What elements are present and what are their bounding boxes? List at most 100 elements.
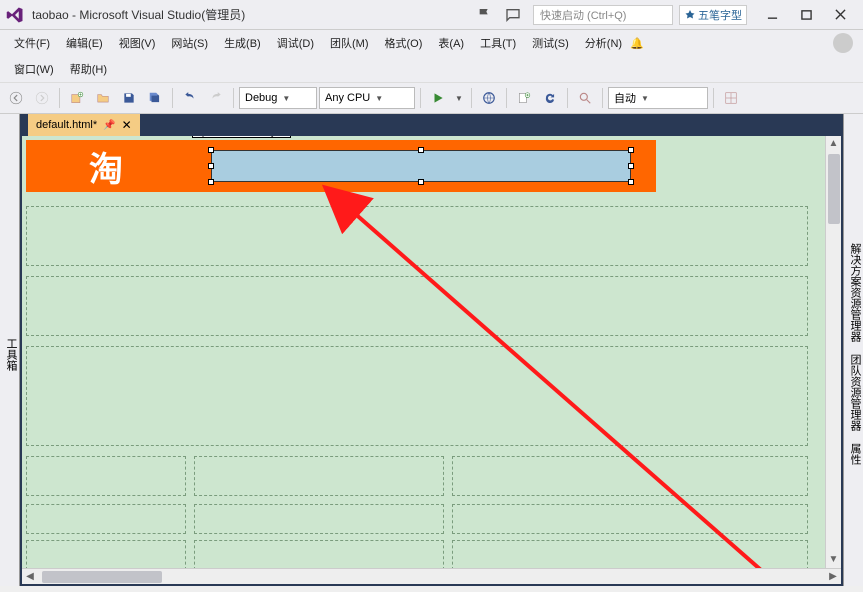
layout-cell bbox=[26, 276, 808, 336]
resize-handle-ne[interactable] bbox=[628, 147, 634, 153]
undo-button[interactable] bbox=[178, 86, 202, 110]
start-debug-button[interactable] bbox=[426, 86, 450, 110]
new-item-button[interactable] bbox=[512, 86, 536, 110]
resize-handle-nw[interactable] bbox=[208, 147, 214, 153]
layout-cell bbox=[26, 206, 808, 266]
main-menu-row2: 窗口(W) 帮助(H) bbox=[0, 56, 863, 82]
config-value: Debug bbox=[245, 92, 277, 104]
titlebar: taobao - Microsoft Visual Studio(管理员) 快速… bbox=[0, 0, 863, 30]
menu-edit[interactable]: 编辑(E) bbox=[58, 32, 111, 54]
menu-team[interactable]: 团队(M) bbox=[322, 32, 377, 54]
quick-launch-placeholder: 快速启动 (Ctrl+Q) bbox=[540, 7, 626, 23]
scroll-thumb-v[interactable] bbox=[828, 154, 840, 224]
scroll-down-icon[interactable]: ▼ bbox=[829, 552, 839, 568]
open-file-button[interactable] bbox=[91, 86, 115, 110]
right-tab-label: 属性 bbox=[849, 443, 861, 465]
menu-debug[interactable]: 调试(D) bbox=[269, 32, 322, 54]
selected-control-tag: input#Text1.auto-style2 bbox=[192, 136, 291, 138]
layout-cell bbox=[452, 504, 808, 534]
window-title: taobao - Microsoft Visual Studio(管理员) bbox=[32, 6, 245, 23]
menu-test[interactable]: 测试(S) bbox=[524, 32, 577, 54]
start-options-button[interactable]: ▼ bbox=[452, 86, 466, 110]
solution-explorer-tab[interactable]: 解决方案资源管理器 团队资源管理器 属性 bbox=[843, 114, 863, 586]
menu-build[interactable]: 生成(B) bbox=[216, 32, 269, 54]
layout-cell bbox=[452, 540, 808, 568]
layout-cell bbox=[194, 456, 444, 496]
resize-handle-e[interactable] bbox=[628, 163, 634, 169]
redo-button[interactable] bbox=[204, 86, 228, 110]
notification-badge[interactable]: 🔔 bbox=[630, 37, 644, 50]
save-all-button[interactable] bbox=[143, 86, 167, 110]
designer-surface: 淘 input#Text1.auto-style2 bbox=[22, 136, 841, 584]
ime-badge[interactable]: 五笔字型 bbox=[679, 5, 747, 25]
scroll-right-icon[interactable]: ▶ bbox=[825, 571, 841, 582]
client-area: 工具箱 default.html* 📌 ✕ 淘 input#Text1.auto… bbox=[0, 114, 863, 586]
save-button[interactable] bbox=[117, 86, 141, 110]
user-avatar[interactable] bbox=[833, 33, 853, 53]
horizontal-scrollbar[interactable]: ◀ ▶ bbox=[22, 568, 841, 584]
menu-tools[interactable]: 工具(T) bbox=[472, 32, 524, 54]
menu-file[interactable]: 文件(F) bbox=[6, 32, 58, 54]
layout-cell bbox=[26, 346, 808, 446]
scroll-left-icon[interactable]: ◀ bbox=[22, 571, 38, 582]
flag-icon[interactable] bbox=[477, 7, 493, 23]
menu-analyze[interactable]: 分析(N) bbox=[577, 32, 630, 54]
file-tab-label: default.html* bbox=[36, 119, 97, 131]
right-panel-tabs: 解决方案资源管理器 团队资源管理器 属性 bbox=[843, 114, 863, 586]
pin-icon[interactable]: 📌 bbox=[103, 120, 115, 131]
resize-handle-w[interactable] bbox=[208, 163, 214, 169]
resize-handle-sw[interactable] bbox=[208, 179, 214, 185]
vertical-scrollbar[interactable]: ▲ ▼ bbox=[825, 136, 841, 568]
layout-cell bbox=[26, 456, 186, 496]
nav-back-button[interactable] bbox=[4, 86, 28, 110]
find-button[interactable] bbox=[573, 86, 597, 110]
menu-view[interactable]: 视图(V) bbox=[111, 32, 164, 54]
zoom-dropdown[interactable]: 自动▼ bbox=[608, 87, 708, 109]
new-project-button[interactable] bbox=[65, 86, 89, 110]
layout-cell bbox=[194, 504, 444, 534]
scroll-up-icon[interactable]: ▲ bbox=[829, 136, 839, 152]
page-header-row: 淘 input#Text1.auto-style2 bbox=[26, 140, 656, 192]
file-tab-default[interactable]: default.html* 📌 ✕ bbox=[28, 114, 140, 136]
menu-help[interactable]: 帮助(H) bbox=[62, 58, 115, 80]
layout-cell bbox=[26, 540, 186, 568]
refresh-button[interactable] bbox=[538, 86, 562, 110]
menu-table[interactable]: 表(A) bbox=[430, 32, 472, 54]
menu-website[interactable]: 网站(S) bbox=[163, 32, 216, 54]
quick-launch-input[interactable]: 快速启动 (Ctrl+Q) bbox=[533, 5, 673, 25]
main-toolbar: Debug▼ Any CPU▼ ▼ 自动▼ bbox=[0, 82, 863, 114]
design-canvas[interactable]: 淘 input#Text1.auto-style2 bbox=[22, 136, 825, 568]
document-tab-well: default.html* 📌 ✕ bbox=[20, 114, 843, 136]
resize-handle-s[interactable] bbox=[418, 179, 424, 185]
platform-value: Any CPU bbox=[325, 92, 370, 104]
document-area: default.html* 📌 ✕ 淘 input#Text1.auto-sty… bbox=[20, 114, 843, 586]
layout-cell bbox=[194, 540, 444, 568]
scroll-thumb-h[interactable] bbox=[42, 571, 162, 583]
vs-logo-icon bbox=[6, 6, 24, 24]
browser-link-button[interactable] bbox=[477, 86, 501, 110]
right-tab-label: 团队资源管理器 bbox=[849, 354, 861, 431]
close-tab-icon[interactable]: ✕ bbox=[122, 118, 132, 132]
menu-window[interactable]: 窗口(W) bbox=[6, 58, 62, 80]
menu-format[interactable]: 格式(O) bbox=[377, 32, 431, 54]
main-menu: 文件(F) 编辑(E) 视图(V) 网站(S) 生成(B) 调试(D) 团队(M… bbox=[0, 30, 863, 56]
toolbox-panel-tab[interactable]: 工具箱 bbox=[0, 114, 20, 586]
maximize-button[interactable] bbox=[789, 2, 823, 28]
resize-handle-se[interactable] bbox=[628, 179, 634, 185]
zoom-value: 自动 bbox=[614, 90, 636, 106]
ime-label: 五笔字型 bbox=[698, 7, 742, 23]
feedback-icon[interactable] bbox=[505, 7, 521, 23]
search-text-input[interactable] bbox=[211, 150, 631, 182]
minimize-button[interactable] bbox=[755, 2, 789, 28]
close-button[interactable] bbox=[823, 2, 857, 28]
layout-cell bbox=[26, 504, 186, 534]
taobao-logo-text: 淘 bbox=[89, 142, 123, 191]
resize-handle-n[interactable] bbox=[418, 147, 424, 153]
right-tab-label: 解决方案资源管理器 bbox=[849, 243, 861, 342]
taobao-logo-cell: 淘 bbox=[26, 140, 186, 192]
nav-fwd-button[interactable] bbox=[30, 86, 54, 110]
search-cell: input#Text1.auto-style2 bbox=[186, 140, 656, 192]
layout-grid-button[interactable] bbox=[719, 86, 743, 110]
platform-dropdown[interactable]: Any CPU▼ bbox=[319, 87, 415, 109]
config-dropdown[interactable]: Debug▼ bbox=[239, 87, 317, 109]
